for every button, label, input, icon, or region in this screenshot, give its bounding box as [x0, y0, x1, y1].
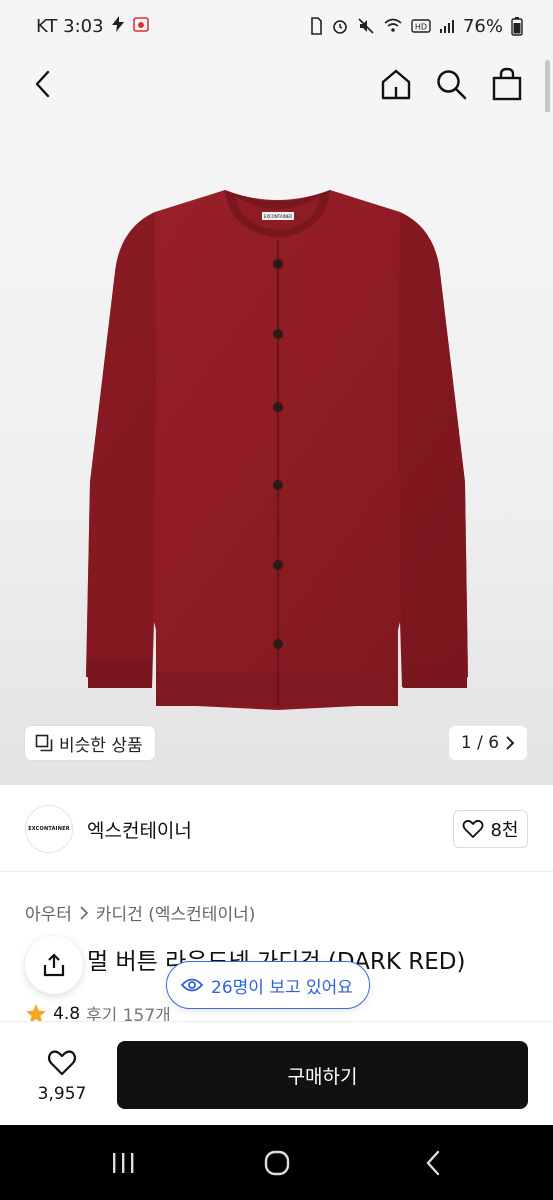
home-circle-icon: [264, 1150, 290, 1176]
alarm-icon: [331, 17, 349, 35]
similar-label: 비슷한 상품: [59, 735, 143, 756]
status-bar: KT 3:03 HD 76%: [0, 0, 553, 52]
share-button[interactable]: [25, 936, 83, 994]
purchase-bar: 3,957 구매하기: [0, 1021, 553, 1125]
home-icon: [381, 69, 411, 100]
recent-apps-icon: [113, 1153, 134, 1173]
status-right: HD 76%: [309, 16, 523, 37]
back-chevron-icon: [426, 1150, 440, 1176]
sim-icon: [309, 17, 323, 35]
battery-percent: 76%: [462, 15, 503, 37]
garment-label: EXCONTAINER: [264, 214, 292, 219]
breadcrumb-item-outer[interactable]: 아우터: [25, 900, 72, 925]
brand-logo-text: EXCONTAINER: [28, 826, 70, 832]
wishlist-button[interactable]: 3,957: [20, 1044, 104, 1108]
signal-icon: [439, 18, 455, 34]
home-system-button[interactable]: [257, 1145, 297, 1181]
hd-icon: HD: [411, 18, 431, 34]
top-navigation: [0, 52, 553, 112]
brand-like-count: 8천: [490, 820, 519, 841]
battery-icon: [511, 16, 523, 36]
buy-label: 구매하기: [287, 1065, 358, 1088]
search-icon: [437, 70, 467, 100]
shopping-bag-icon: [492, 67, 522, 101]
chevron-right-icon: [80, 905, 88, 920]
carrier-time: KT 3:03: [36, 15, 104, 37]
notification-icon: [132, 15, 150, 38]
recent-apps-button[interactable]: [103, 1145, 143, 1181]
status-left: KT 3:03: [36, 15, 150, 38]
brand-name[interactable]: 엑스컨테이너: [87, 816, 192, 843]
similar-icon: [35, 734, 53, 752]
cart-button[interactable]: [487, 64, 527, 104]
home-button[interactable]: [376, 64, 416, 104]
breadcrumb-item-cardigan[interactable]: 카디건 (엑스컨테이너): [96, 900, 255, 925]
wishlist-count: 3,957: [37, 1083, 87, 1104]
similar-products-button[interactable]: 비슷한 상품: [25, 726, 155, 760]
heart-icon: [463, 819, 484, 838]
heart-icon: [47, 1049, 77, 1075]
eye-icon: [181, 978, 203, 992]
pager-text: 1 / 6: [460, 733, 500, 753]
image-pager-button[interactable]: 1 / 6: [449, 726, 527, 760]
breadcrumb: 아우터 카디건 (엑스컨테이너): [25, 900, 255, 925]
brand-like-button[interactable]: 8천: [453, 810, 528, 848]
share-icon: [43, 953, 65, 977]
search-button[interactable]: [431, 64, 471, 104]
chevron-right-icon: [506, 736, 515, 750]
brand-logo[interactable]: EXCONTAINER: [25, 805, 73, 853]
back-button[interactable]: [23, 64, 63, 104]
mute-icon: [357, 17, 375, 35]
viewers-badge: 26명이 보고 있어요: [166, 961, 370, 1009]
cardigan-image: EXCONTAINER: [86, 190, 468, 710]
product-image-carousel[interactable]: EXCONTAINER 비슷한 상품 1 / 6: [0, 112, 553, 785]
lightning-icon: [110, 15, 126, 38]
back-system-button[interactable]: [413, 1145, 453, 1181]
scroll-indicator[interactable]: [545, 60, 550, 118]
viewers-text: 26명이 보고 있어요: [211, 977, 353, 998]
svg-text:HD: HD: [415, 23, 427, 32]
back-arrow-icon: [35, 70, 50, 98]
brand-row[interactable]: EXCONTAINER 엑스컨테이너 8천: [0, 786, 553, 872]
wifi-icon: [383, 17, 403, 35]
system-navigation-bar: [0, 1125, 553, 1200]
buy-button[interactable]: 구매하기: [117, 1041, 528, 1109]
